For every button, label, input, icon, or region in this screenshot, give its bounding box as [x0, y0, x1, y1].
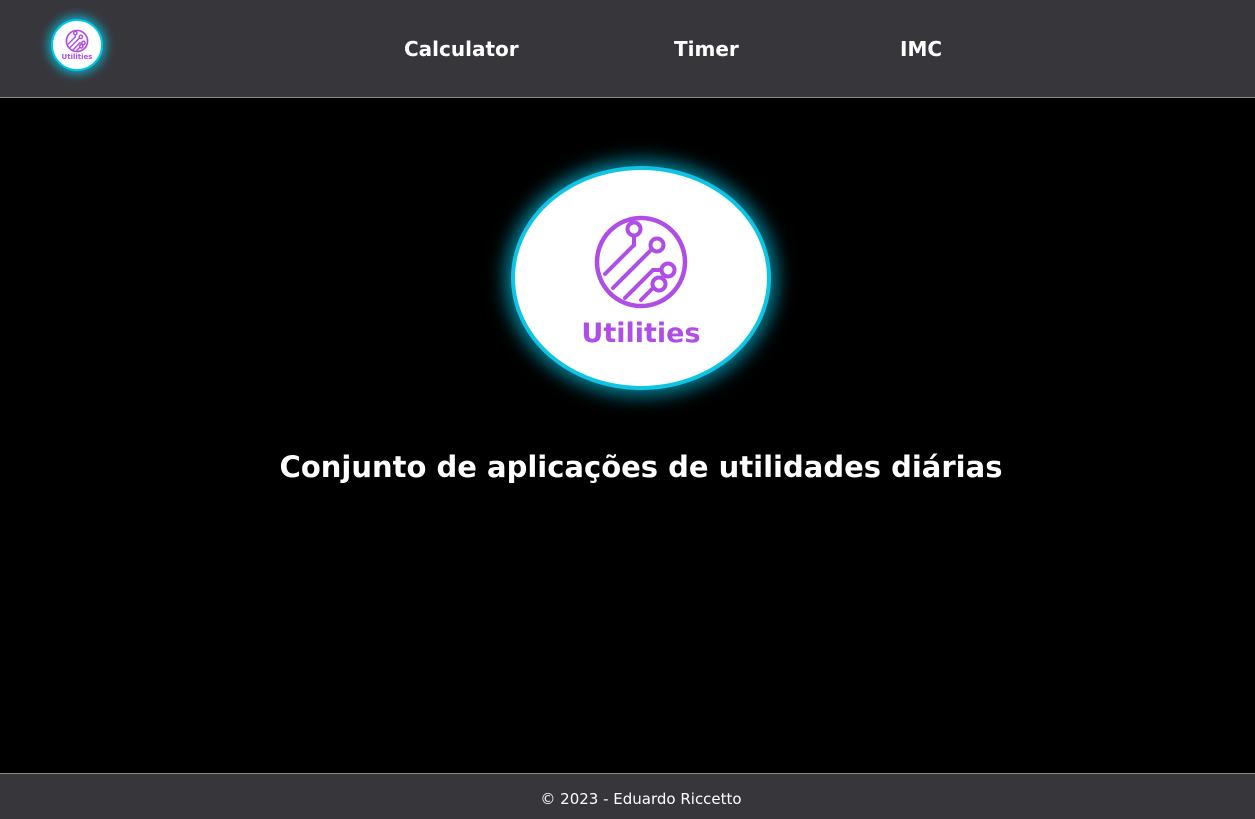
- home-logo-link[interactable]: Utilities: [51, 19, 103, 71]
- nav-imc-link[interactable]: IMC: [900, 36, 942, 62]
- hero-logo-label: Utilities: [581, 318, 701, 349]
- circuit-logo-icon: [65, 29, 89, 53]
- logo-label: Utilities: [61, 53, 93, 61]
- nav-calculator-link[interactable]: Calculator: [404, 36, 519, 62]
- hero-logo: Utilities: [511, 166, 771, 390]
- footer: © 2023 - Eduardo Riccetto: [0, 773, 1255, 819]
- copyright-text: © 2023 - Eduardo Riccetto: [540, 790, 742, 808]
- top-navbar: Utilities Calculator Timer IMC: [0, 0, 1255, 98]
- page-headline: Conjunto de aplicações de utilidades diá…: [279, 450, 1003, 484]
- nav-timer-link[interactable]: Timer: [674, 36, 739, 62]
- circuit-logo-icon: [594, 215, 688, 309]
